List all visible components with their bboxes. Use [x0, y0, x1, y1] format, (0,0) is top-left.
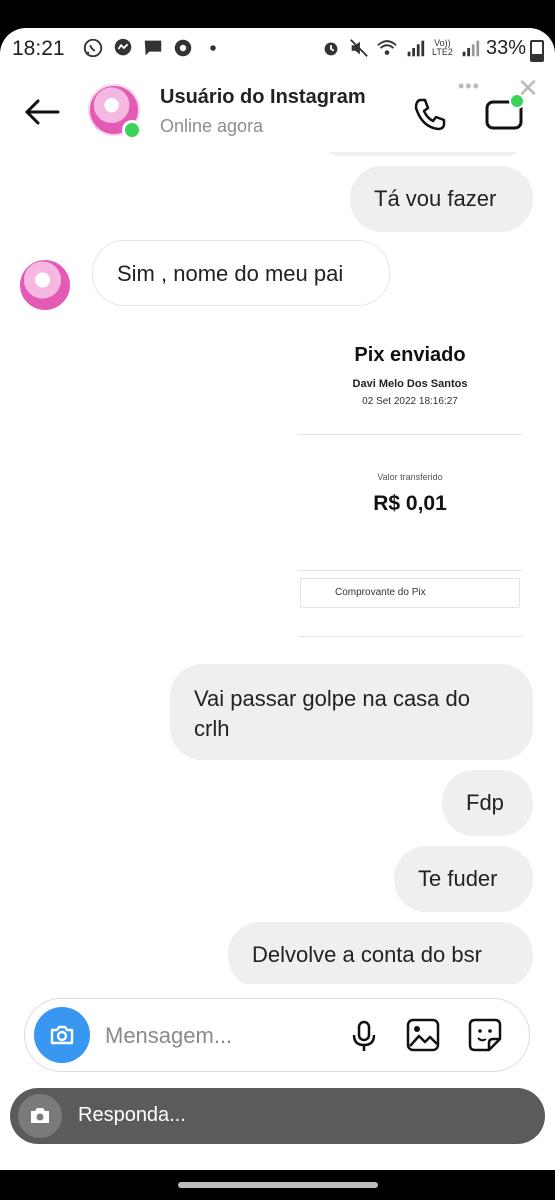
- chat-header: Usuário do Instagram Online agora ••• ✕: [0, 72, 555, 152]
- status-bar: 18:21 Vo)) LTE2 33%: [0, 28, 555, 72]
- back-arrow-icon[interactable]: [22, 96, 62, 128]
- divider: [298, 570, 522, 571]
- chrome-icon: [174, 39, 192, 57]
- signal-icon-2: [462, 40, 480, 57]
- whatsapp-icon: [83, 38, 103, 58]
- camera-icon: [31, 1108, 49, 1123]
- sticker-icon[interactable]: [467, 1017, 503, 1053]
- message-bubble-sent[interactable]: Vai passar golpe na casa do crlh: [170, 664, 533, 760]
- battery-percent: 33%: [486, 37, 527, 59]
- wifi-icon: [377, 40, 397, 55]
- more-dot-icon: [210, 45, 216, 51]
- pix-title: Pix enviado: [354, 344, 466, 366]
- divider: [298, 636, 522, 637]
- pix-receipt-button: Comprovante do Pix: [300, 578, 520, 608]
- chat-screen: 18:21 Vo)) LTE2 33% Usuário do Instagram: [0, 28, 555, 1170]
- camera-button[interactable]: [34, 1007, 90, 1063]
- reply-placeholder: Responda...: [78, 1104, 186, 1126]
- message-composer: [24, 998, 530, 1072]
- divider: [298, 434, 522, 435]
- message-bubble-partial: [326, 152, 520, 156]
- status-time: 18:21: [12, 37, 65, 60]
- pip-menu-icon[interactable]: •••: [458, 76, 480, 97]
- phone-icon[interactable]: [410, 94, 450, 134]
- microphone-icon[interactable]: [347, 1019, 381, 1053]
- online-indicator: [122, 120, 142, 140]
- signal-icon: [407, 40, 425, 57]
- contact-name[interactable]: Usuário do Instagram: [160, 86, 366, 109]
- quick-reply-bar[interactable]: Responda...: [10, 1088, 545, 1144]
- message-list[interactable]: Tá vou fazer Sim , nome do meu pai Pix e…: [0, 152, 555, 984]
- battery-icon: [530, 40, 544, 62]
- pip-close-icon[interactable]: ✕: [512, 72, 544, 104]
- message-bubble-received[interactable]: Sim , nome do meu pai: [92, 240, 390, 306]
- contact-status: Online agora: [160, 116, 264, 136]
- home-indicator[interactable]: [178, 1182, 378, 1188]
- message-bubble-sent[interactable]: Tá vou fazer: [350, 166, 533, 232]
- pix-amount: R$ 0,01: [373, 492, 447, 515]
- pix-datetime: 02 Set 2022 18:16:27: [362, 396, 458, 407]
- camera-icon: [50, 1025, 74, 1045]
- reply-camera-button[interactable]: [18, 1094, 62, 1138]
- chat-icon: [144, 40, 162, 56]
- pix-receipt-image[interactable]: Pix enviado Davi Melo Dos Santos 02 Set …: [296, 342, 524, 642]
- message-bubble-sent[interactable]: Te fuder: [394, 846, 533, 912]
- message-bubble-sent[interactable]: Delvolve a conta do bsr: [228, 922, 533, 984]
- message-input[interactable]: [103, 1019, 347, 1053]
- alarm-icon: [324, 42, 338, 56]
- message-bubble-sent[interactable]: Fdp: [442, 770, 533, 836]
- mute-icon: [350, 39, 368, 57]
- pix-payee: Davi Melo Dos Santos: [352, 378, 468, 390]
- network-type: Vo)) LTE2: [432, 38, 453, 57]
- notification-icons: [82, 37, 224, 59]
- messenger-icon: [114, 38, 132, 56]
- system-icons: Vo)) LTE2: [320, 37, 481, 59]
- gallery-icon[interactable]: [405, 1017, 441, 1053]
- sender-avatar[interactable]: [20, 260, 70, 310]
- pix-value-label: Valor transferido: [377, 472, 443, 482]
